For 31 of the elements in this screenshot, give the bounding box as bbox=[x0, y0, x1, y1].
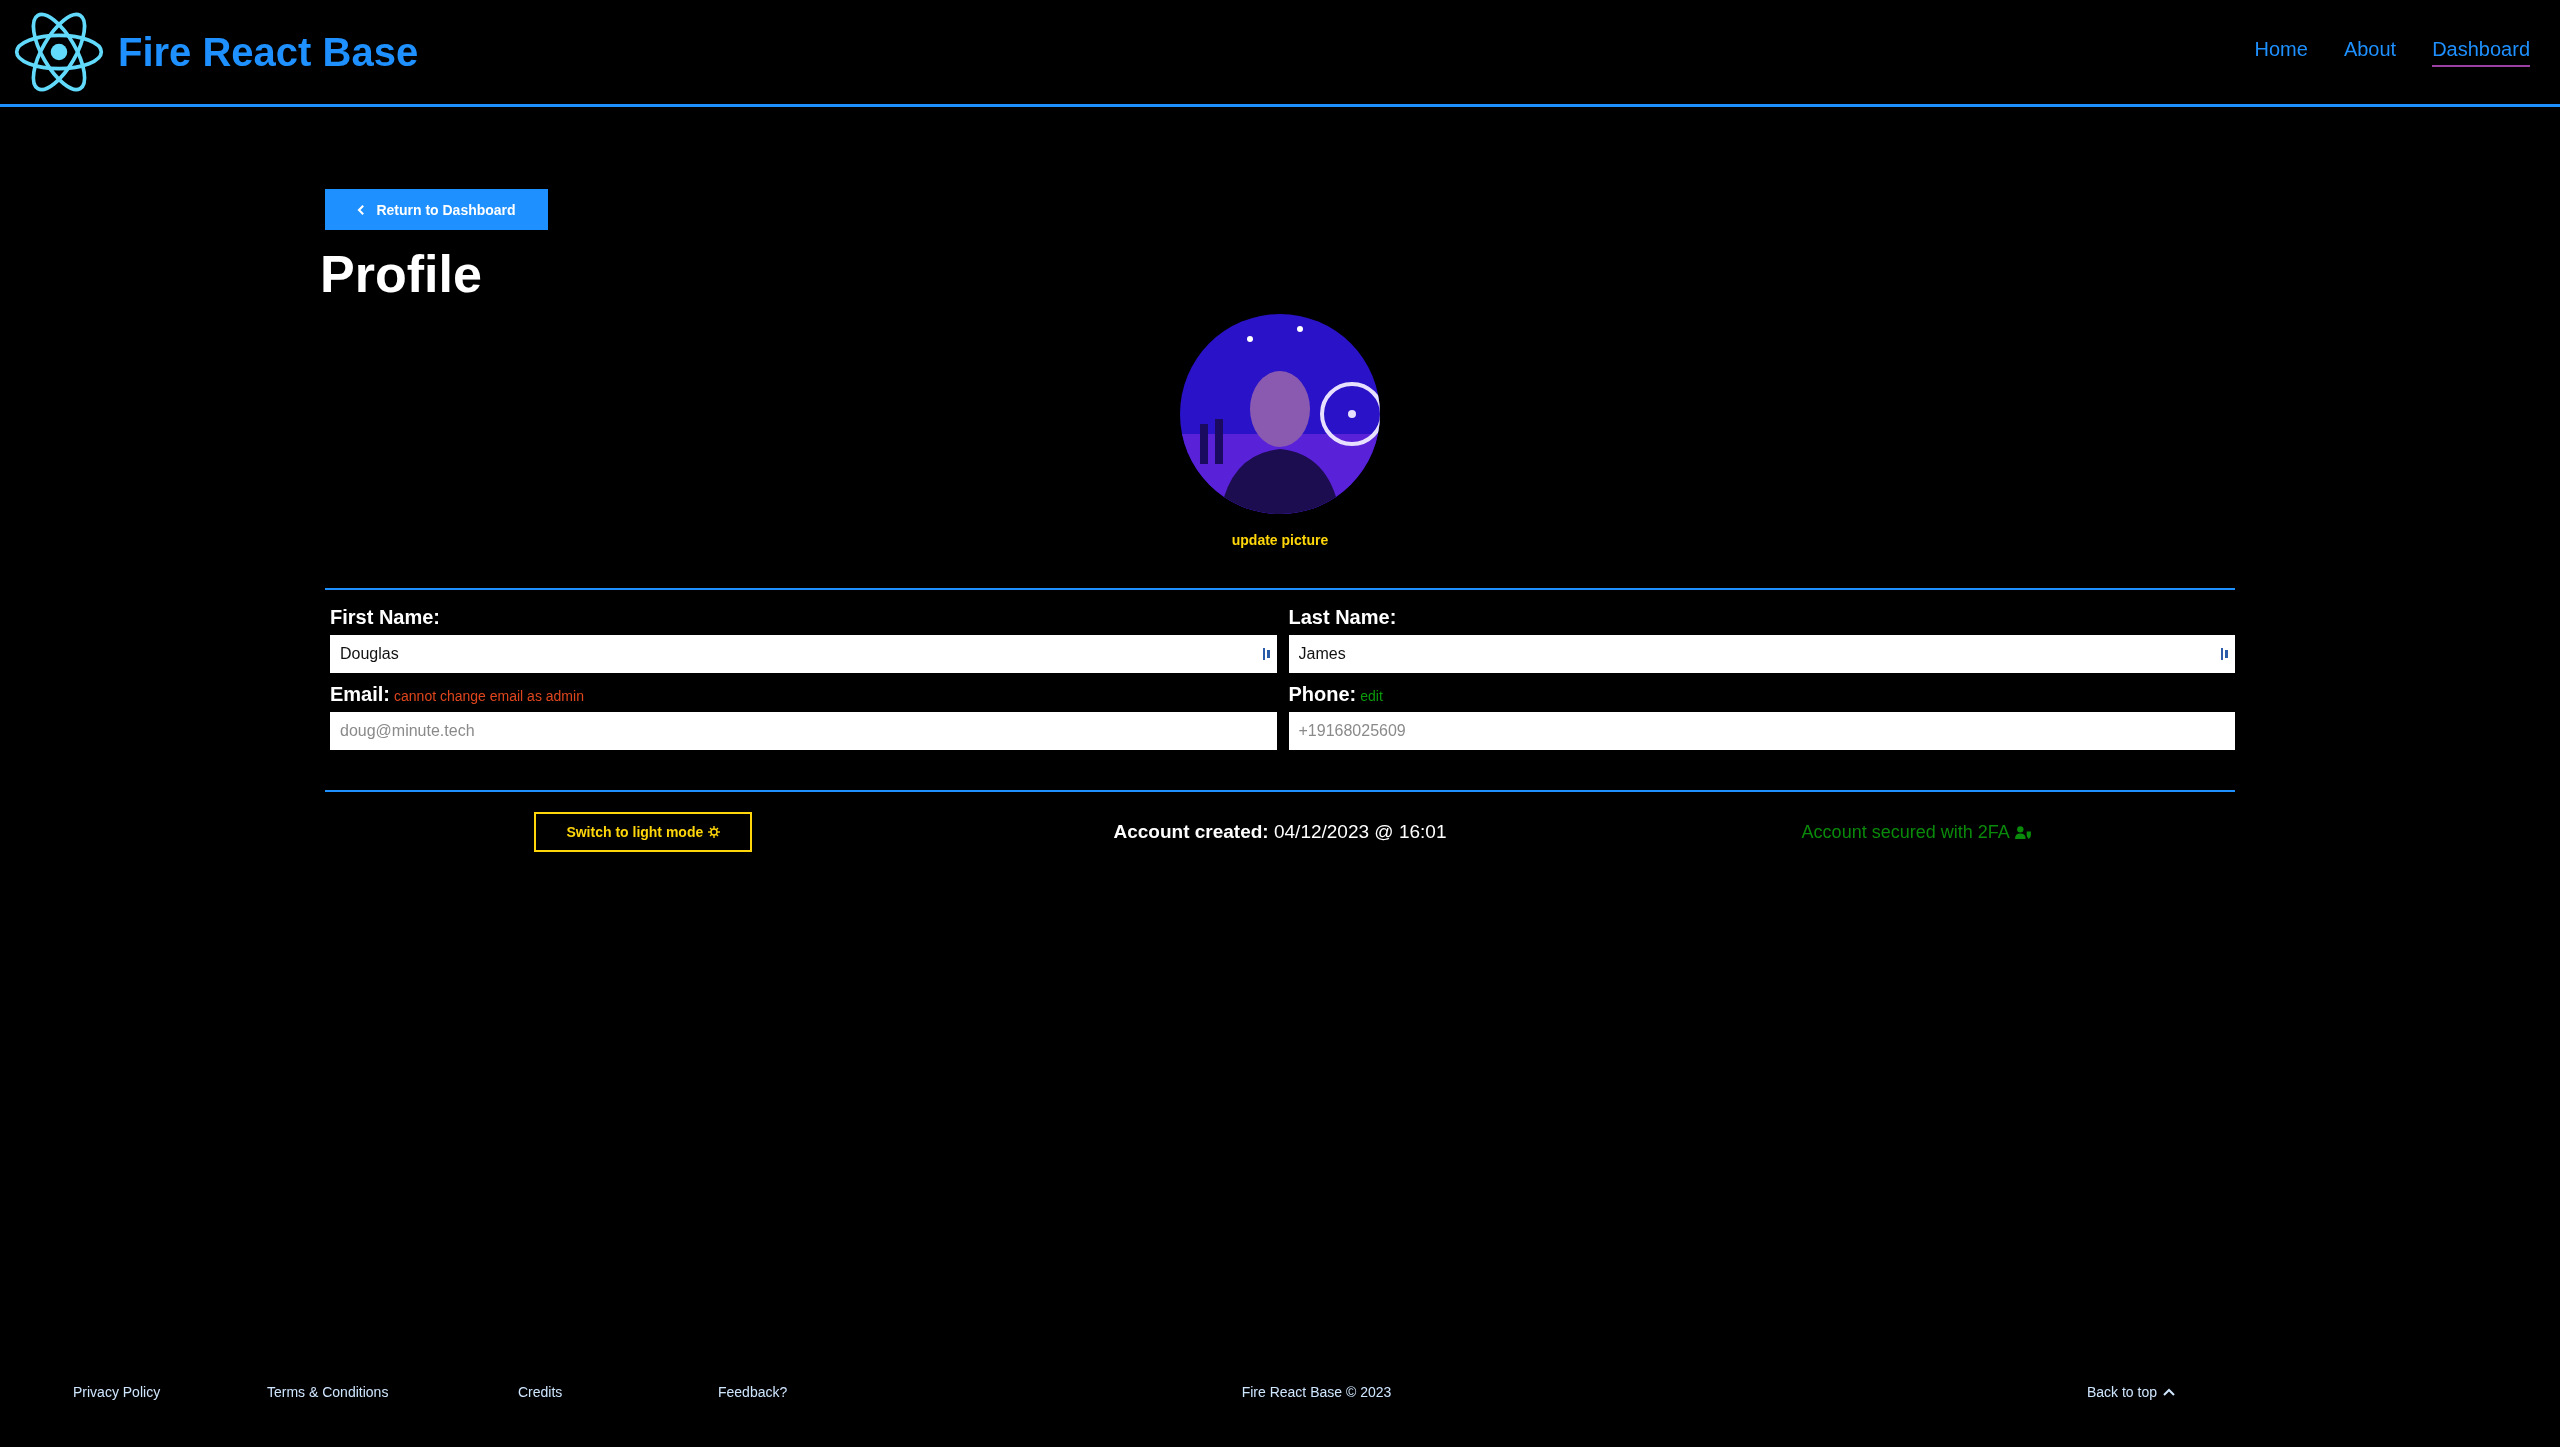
footer-link[interactable]: Feedback? bbox=[718, 1384, 1242, 1400]
footer-link[interactable]: Privacy Policy bbox=[73, 1384, 267, 1400]
autofill-icon bbox=[1262, 648, 1271, 660]
field-note: cannot change email as admin bbox=[394, 688, 584, 704]
chevron-up-icon bbox=[2163, 1388, 2175, 1396]
copyright-text: Fire React Base © 2023 bbox=[1241, 1384, 1392, 1400]
text-field[interactable]: James bbox=[1288, 635, 2235, 673]
text-field[interactable]: +19168025609 bbox=[1288, 712, 2235, 750]
nav-link[interactable]: Dashboard bbox=[2432, 37, 2530, 67]
update-picture-link[interactable]: update picture bbox=[1231, 532, 1329, 548]
footer-link[interactable]: Credits bbox=[518, 1384, 718, 1400]
nav-link[interactable]: About bbox=[2343, 37, 2397, 67]
user-shield-icon bbox=[2014, 825, 2032, 839]
footer-link[interactable]: Terms & Conditions bbox=[267, 1384, 518, 1400]
field-label: Email: bbox=[330, 683, 391, 706]
sun-icon bbox=[708, 826, 721, 838]
account-created-text: Account created: 04/12/2023 @ 16:01 bbox=[1113, 821, 1447, 843]
text-field[interactable]: Douglas bbox=[330, 635, 1277, 673]
site-title[interactable]: Fire React Base bbox=[118, 29, 419, 75]
page-title: Profile bbox=[320, 244, 483, 304]
theme-toggle-button[interactable]: Switch to light mode bbox=[534, 812, 753, 852]
chevron-left-icon bbox=[357, 203, 367, 216]
field-label: Phone: bbox=[1288, 683, 1357, 706]
nav-link[interactable]: Home bbox=[2254, 37, 2308, 67]
field-label: First Name: bbox=[330, 606, 441, 629]
autofill-icon bbox=[2221, 648, 2229, 660]
field-label: Last Name: bbox=[1288, 606, 1397, 629]
text-field[interactable]: doug@minute.tech bbox=[330, 712, 1277, 750]
edit-link[interactable]: edit bbox=[1360, 688, 1383, 704]
security-status: Account secured with 2FA bbox=[1801, 821, 2010, 843]
back-to-top-link[interactable]: Back to top bbox=[2086, 1384, 2157, 1400]
